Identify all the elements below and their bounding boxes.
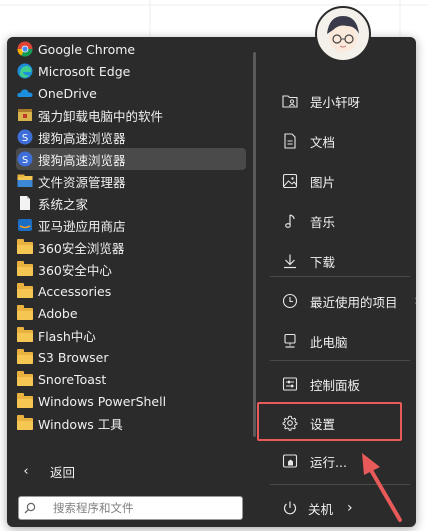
place-label: 是小轩呀	[310, 94, 361, 110]
app-google-chrome[interactable]: Google Chrome	[16, 38, 246, 60]
app-file-explorer[interactable]: 文件资源管理器	[16, 170, 246, 192]
app-sogou-browser[interactable]: S 搜狗高速浏览器	[16, 126, 246, 148]
place-label: 最近使用的项目	[310, 294, 398, 310]
folder-flash-center[interactable]: Flash中心	[16, 324, 246, 346]
folder-windows-powershell[interactable]: Windows PowerShell	[16, 390, 246, 412]
app-label: S3 Browser	[38, 349, 109, 365]
settings-highlight-box	[257, 402, 402, 441]
back-button[interactable]: ‹ 返回	[16, 459, 75, 483]
app-label: 系统之家	[38, 196, 89, 212]
folder-adobe[interactable]: Adobe	[16, 302, 246, 324]
chevron-right-icon: ›	[414, 293, 420, 309]
folder-windows-tools[interactable]: Windows 工具	[16, 412, 246, 434]
place-label: 此电脑	[310, 334, 348, 350]
folder-icon	[17, 349, 33, 365]
folder-s3-browser[interactable]: S3 Browser	[16, 346, 246, 368]
power-label: 关机	[308, 501, 334, 517]
place-recent-items[interactable]: 最近使用的项目 ›	[280, 286, 420, 316]
place-label: 文档	[310, 134, 336, 150]
app-label: Google Chrome	[38, 41, 136, 57]
document-icon	[17, 195, 33, 211]
folder-icon	[17, 261, 33, 277]
user-avatar[interactable]	[315, 6, 371, 62]
app-label: 搜狗高速浏览器	[38, 152, 126, 168]
folder-icon	[17, 371, 33, 387]
app-label: 360安全中心	[38, 262, 112, 278]
app-label: 文件资源管理器	[38, 174, 126, 190]
chevron-right-icon[interactable]: ›	[347, 500, 353, 516]
run-icon	[280, 451, 300, 471]
folder-icon	[17, 393, 33, 409]
place-downloads[interactable]: 下载	[280, 246, 410, 276]
place-label: 图片	[310, 174, 336, 190]
place-user-folder[interactable]: 是小轩呀	[280, 86, 410, 116]
app-label: 强力卸载电脑中的软件	[38, 108, 164, 124]
document-icon	[280, 131, 300, 151]
chevron-left-icon: ‹	[23, 463, 29, 479]
folder-icon	[17, 327, 33, 343]
amazon-appstore-icon	[17, 217, 33, 233]
folder-360-browser[interactable]: 360安全浏览器	[16, 236, 246, 258]
sogou-icon: S	[17, 129, 33, 145]
download-icon	[280, 251, 300, 271]
power-icon	[280, 500, 300, 516]
place-this-pc[interactable]: 此电脑	[280, 326, 410, 356]
app-label: Adobe	[38, 305, 78, 321]
onedrive-icon	[17, 85, 33, 101]
search-icon	[19, 502, 41, 514]
uninstall-icon	[17, 107, 33, 123]
app-label: Accessories	[38, 283, 112, 299]
app-label: Flash中心	[38, 328, 96, 344]
app-label: 搜狗高速浏览器	[38, 130, 126, 146]
edge-icon	[17, 63, 33, 79]
search-input[interactable]	[51, 500, 225, 516]
place-label: 音乐	[310, 214, 336, 230]
place-label: 控制面板	[310, 377, 361, 393]
user-folder-icon	[280, 91, 300, 111]
music-icon	[280, 211, 300, 231]
place-documents[interactable]: 文档	[280, 126, 410, 156]
app-label: SnoreToast	[38, 371, 107, 387]
svg-text:S: S	[22, 155, 28, 166]
svg-text:S: S	[22, 133, 28, 144]
folder-360-security[interactable]: 360安全中心	[16, 258, 246, 280]
folder-icon	[17, 239, 33, 255]
avatar-illustration	[327, 16, 359, 52]
app-label: Windows PowerShell	[38, 393, 167, 409]
place-label: 下载	[310, 254, 336, 270]
divider	[270, 276, 410, 277]
annotation-arrow	[362, 453, 402, 522]
app-label: 360安全浏览器	[38, 240, 125, 256]
file-explorer-icon	[17, 173, 33, 189]
computer-icon	[280, 331, 300, 351]
chrome-icon	[17, 41, 33, 57]
clock-icon	[280, 291, 300, 311]
place-control-panel[interactable]: 控制面板	[280, 369, 410, 399]
divider	[270, 360, 410, 361]
folder-snoretoast[interactable]: SnoreToast	[16, 368, 246, 390]
app-microsoft-edge[interactable]: Microsoft Edge	[16, 60, 246, 82]
sogou-icon: S	[17, 151, 33, 167]
folder-icon	[17, 415, 33, 431]
app-sogou-browser-selected[interactable]: S 搜狗高速浏览器	[16, 148, 246, 170]
folder-icon	[17, 305, 33, 321]
app-amazon-appstore[interactable]: 亚马逊应用商店	[16, 214, 246, 236]
control-panel-icon	[280, 374, 300, 394]
app-uninstaller[interactable]: 强力卸载电脑中的软件	[16, 104, 246, 126]
folder-accessories[interactable]: Accessories	[16, 280, 246, 302]
place-music[interactable]: 音乐	[280, 206, 410, 236]
app-onedrive[interactable]: OneDrive	[16, 82, 246, 104]
back-label: 返回	[50, 464, 76, 480]
app-xitongzhijia[interactable]: 系统之家	[16, 192, 246, 214]
app-label: Microsoft Edge	[38, 63, 131, 79]
app-list-scrollbar[interactable]	[253, 52, 256, 437]
folder-icon	[17, 283, 33, 299]
search-box[interactable]	[18, 496, 243, 520]
picture-icon	[280, 171, 300, 191]
power-button[interactable]: 关机 ›	[280, 496, 353, 520]
app-label: 亚马逊应用商店	[38, 218, 126, 234]
app-label: Windows 工具	[38, 416, 123, 432]
app-label: OneDrive	[38, 85, 97, 101]
place-pictures[interactable]: 图片	[280, 166, 410, 196]
